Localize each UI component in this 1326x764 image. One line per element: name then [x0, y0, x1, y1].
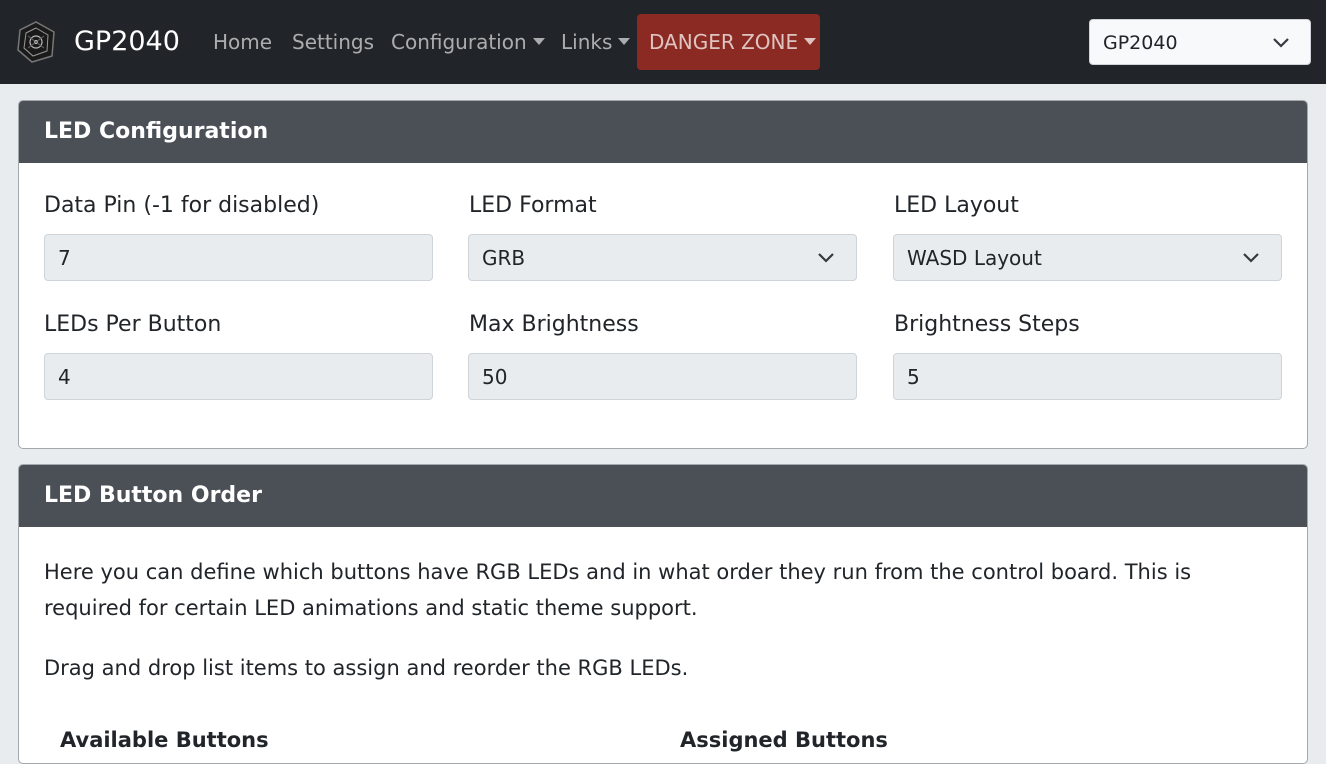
- led-layout-value: WASD Layout: [907, 246, 1042, 270]
- data-pin-value: 7: [58, 246, 71, 270]
- led-button-order-card: LED Button Order Here you can define whi…: [18, 464, 1308, 764]
- board-select-value: GP2040: [1103, 32, 1178, 54]
- max-brightness-input[interactable]: 50: [468, 353, 857, 400]
- chevron-down-icon: [1243, 253, 1259, 263]
- description-text: Here you can define which buttons have R…: [44, 554, 1284, 626]
- chevron-down-icon: [818, 253, 834, 263]
- nav-configuration-label: Configuration: [391, 30, 527, 54]
- available-buttons-heading: Available Buttons: [60, 728, 269, 752]
- data-pin-label: Data Pin (-1 for disabled): [44, 193, 320, 218]
- top-navbar: GP2040 Home Settings Configuration Links…: [0, 0, 1326, 84]
- led-layout-select[interactable]: WASD Layout: [893, 234, 1282, 281]
- nav-links-label: Links: [561, 30, 613, 54]
- brand-title[interactable]: GP2040: [74, 24, 180, 60]
- card-title: LED Button Order: [44, 483, 262, 508]
- caret-down-icon: [804, 38, 817, 45]
- brightness-steps-label: Brightness Steps: [894, 312, 1080, 337]
- brightness-steps-value: 5: [907, 365, 920, 389]
- assigned-buttons-heading: Assigned Buttons: [680, 728, 888, 752]
- led-configuration-card: LED Configuration Data Pin (-1 for disab…: [18, 100, 1308, 449]
- chevron-down-icon: [1273, 38, 1289, 48]
- card-header: LED Configuration: [19, 101, 1307, 163]
- nav-configuration-dropdown[interactable]: Configuration: [391, 28, 545, 56]
- card-title: LED Configuration: [44, 119, 269, 144]
- danger-zone-dropdown[interactable]: DANGER ZONE: [637, 14, 820, 70]
- led-format-label: LED Format: [469, 193, 597, 218]
- instructions-text: Drag and drop list items to assign and r…: [44, 656, 689, 680]
- description-line: Here you can define which buttons have R…: [44, 560, 1192, 584]
- nav-links-dropdown[interactable]: Links: [561, 28, 631, 56]
- description-line: required for certain LED animations and …: [44, 596, 698, 620]
- led-layout-label: LED Layout: [894, 193, 1019, 218]
- gp2040-logo-icon[interactable]: [14, 20, 58, 64]
- led-format-select[interactable]: GRB: [468, 234, 857, 281]
- data-pin-input[interactable]: 7: [44, 234, 433, 281]
- caret-down-icon: [618, 38, 631, 45]
- leds-per-button-input[interactable]: 4: [44, 353, 433, 400]
- brightness-steps-input[interactable]: 5: [893, 353, 1282, 400]
- caret-down-icon: [532, 38, 545, 45]
- max-brightness-value: 50: [482, 365, 508, 389]
- leds-per-button-label: LEDs Per Button: [44, 312, 222, 337]
- card-header: LED Button Order: [19, 465, 1307, 527]
- board-select[interactable]: GP2040: [1089, 19, 1311, 65]
- danger-zone-label: DANGER ZONE: [649, 30, 799, 54]
- nav-settings-link[interactable]: Settings: [292, 28, 374, 56]
- leds-per-button-value: 4: [58, 365, 71, 389]
- nav-home-link[interactable]: Home: [213, 28, 272, 56]
- max-brightness-label: Max Brightness: [469, 312, 639, 337]
- led-format-value: GRB: [482, 246, 526, 270]
